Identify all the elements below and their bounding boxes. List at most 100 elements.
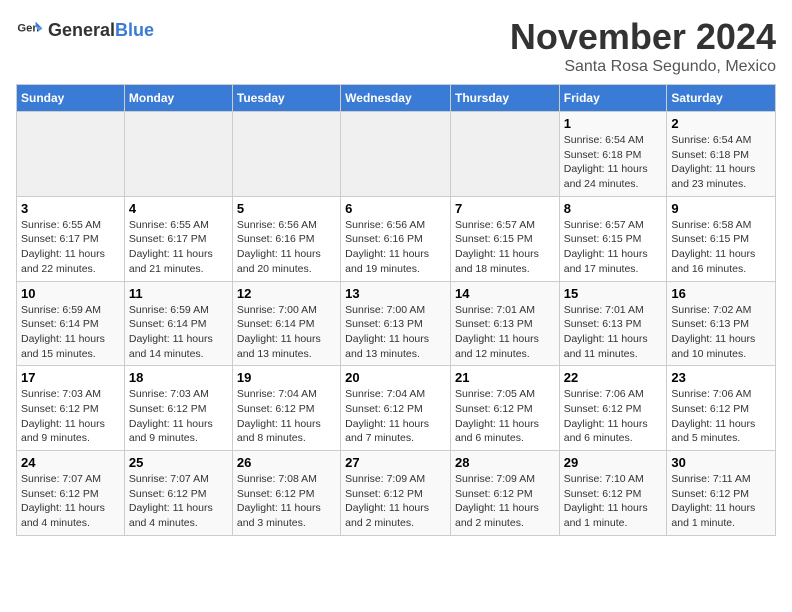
logo-general: General bbox=[48, 20, 115, 40]
day-number: 10 bbox=[21, 286, 120, 301]
calendar-day-header: Wednesday bbox=[341, 85, 451, 112]
calendar-day-header: Sunday bbox=[17, 85, 125, 112]
day-number: 29 bbox=[564, 455, 663, 470]
calendar-header-row: SundayMondayTuesdayWednesdayThursdayFrid… bbox=[17, 85, 776, 112]
logo-icon: Gen bbox=[16, 16, 44, 44]
day-number: 21 bbox=[455, 370, 555, 385]
day-number: 17 bbox=[21, 370, 120, 385]
day-info: Sunrise: 7:04 AM Sunset: 6:12 PM Dayligh… bbox=[345, 387, 446, 446]
day-number: 23 bbox=[671, 370, 771, 385]
calendar-week-row: 24 Sunrise: 7:07 AM Sunset: 6:12 PM Dayli… bbox=[17, 451, 776, 536]
day-info: Sunrise: 6:54 AM Sunset: 6:18 PM Dayligh… bbox=[671, 133, 771, 192]
day-number: 28 bbox=[455, 455, 555, 470]
calendar-day-cell: 9 Sunrise: 6:58 AM Sunset: 6:15 PM Daylig… bbox=[667, 196, 776, 281]
calendar-day-cell: 2Sunrise: 6:54 AM Sunset: 6:18 PM Daylig… bbox=[667, 112, 776, 197]
day-number: 19 bbox=[237, 370, 336, 385]
day-info: Sunrise: 6:55 AM Sunset: 6:17 PM Dayligh… bbox=[21, 218, 120, 277]
calendar-week-row: 10 Sunrise: 6:59 AM Sunset: 6:14 PM Dayli… bbox=[17, 281, 776, 366]
calendar-day-cell: 24 Sunrise: 7:07 AM Sunset: 6:12 PM Dayli… bbox=[17, 451, 125, 536]
day-number: 12 bbox=[237, 286, 336, 301]
calendar-day-cell: 25Sunrise: 7:07 AM Sunset: 6:12 PM Dayli… bbox=[124, 451, 232, 536]
calendar-body: 1 Sunrise: 6:54 AM Sunset: 6:18 PM Daylig… bbox=[17, 112, 776, 536]
day-number: 6 bbox=[345, 201, 446, 216]
location-title: Santa Rosa Segundo, Mexico bbox=[510, 58, 776, 76]
day-info: Sunrise: 6:59 AM Sunset: 6:14 PM Dayligh… bbox=[21, 303, 120, 362]
day-number: 16 bbox=[671, 286, 771, 301]
calendar-day-cell: 30 Sunrise: 7:11 AM Sunset: 6:12 PM Dayli… bbox=[667, 451, 776, 536]
calendar-day-cell: 13 Sunrise: 7:00 AM Sunset: 6:13 PM Dayli… bbox=[341, 281, 451, 366]
calendar-day-cell: 28 Sunrise: 7:09 AM Sunset: 6:12 PM Dayli… bbox=[450, 451, 559, 536]
calendar-day-header: Tuesday bbox=[232, 85, 340, 112]
day-info: Sunrise: 6:59 AM Sunset: 6:14 PM Dayligh… bbox=[129, 303, 228, 362]
day-info: Sunrise: 7:11 AM Sunset: 6:12 PM Dayligh… bbox=[671, 472, 771, 531]
day-info: Sunrise: 7:09 AM Sunset: 6:12 PM Dayligh… bbox=[455, 472, 555, 531]
calendar-day-cell bbox=[124, 112, 232, 197]
day-number: 26 bbox=[237, 455, 336, 470]
day-number: 9 bbox=[671, 201, 771, 216]
calendar-day-cell: 11 Sunrise: 6:59 AM Sunset: 6:14 PM Dayli… bbox=[124, 281, 232, 366]
day-number: 7 bbox=[455, 201, 555, 216]
calendar-day-cell: 5Sunrise: 6:56 AM Sunset: 6:16 PM Daylig… bbox=[232, 196, 340, 281]
logo-blue: Blue bbox=[115, 20, 154, 40]
calendar-day-cell: 22 Sunrise: 7:06 AM Sunset: 6:12 PM Dayli… bbox=[559, 366, 667, 451]
day-info: Sunrise: 7:03 AM Sunset: 6:12 PM Dayligh… bbox=[21, 387, 120, 446]
day-info: Sunrise: 7:01 AM Sunset: 6:13 PM Dayligh… bbox=[564, 303, 663, 362]
page-header: Gen GeneralBlue November 2024 Santa Rosa… bbox=[16, 16, 776, 76]
day-info: Sunrise: 7:06 AM Sunset: 6:12 PM Dayligh… bbox=[671, 387, 771, 446]
day-info: Sunrise: 7:10 AM Sunset: 6:12 PM Dayligh… bbox=[564, 472, 663, 531]
day-number: 13 bbox=[345, 286, 446, 301]
day-info: Sunrise: 7:06 AM Sunset: 6:12 PM Dayligh… bbox=[564, 387, 663, 446]
day-info: Sunrise: 7:08 AM Sunset: 6:12 PM Dayligh… bbox=[237, 472, 336, 531]
calendar-day-cell: 26 Sunrise: 7:08 AM Sunset: 6:12 PM Dayli… bbox=[232, 451, 340, 536]
day-number: 3 bbox=[21, 201, 120, 216]
day-info: Sunrise: 7:00 AM Sunset: 6:13 PM Dayligh… bbox=[345, 303, 446, 362]
calendar-day-cell bbox=[232, 112, 340, 197]
calendar-day-header: Saturday bbox=[667, 85, 776, 112]
day-info: Sunrise: 6:58 AM Sunset: 6:15 PM Dayligh… bbox=[671, 218, 771, 277]
calendar-day-cell: 8Sunrise: 6:57 AM Sunset: 6:15 PM Daylig… bbox=[559, 196, 667, 281]
calendar-day-cell: 27 Sunrise: 7:09 AM Sunset: 6:12 PM Dayli… bbox=[341, 451, 451, 536]
day-info: Sunrise: 7:07 AM Sunset: 6:12 PM Dayligh… bbox=[129, 472, 228, 531]
calendar-week-row: 3 Sunrise: 6:55 AM Sunset: 6:17 PM Daylig… bbox=[17, 196, 776, 281]
day-number: 22 bbox=[564, 370, 663, 385]
day-number: 8 bbox=[564, 201, 663, 216]
day-number: 30 bbox=[671, 455, 771, 470]
calendar-day-header: Monday bbox=[124, 85, 232, 112]
calendar-day-cell: 6 Sunrise: 6:56 AM Sunset: 6:16 PM Daylig… bbox=[341, 196, 451, 281]
calendar-day-header: Friday bbox=[559, 85, 667, 112]
calendar-day-cell bbox=[17, 112, 125, 197]
day-number: 4 bbox=[129, 201, 228, 216]
calendar-day-cell: 12 Sunrise: 7:00 AM Sunset: 6:14 PM Dayli… bbox=[232, 281, 340, 366]
calendar-day-cell: 14 Sunrise: 7:01 AM Sunset: 6:13 PM Dayli… bbox=[450, 281, 559, 366]
calendar-day-cell: 21 Sunrise: 7:05 AM Sunset: 6:12 PM Dayli… bbox=[450, 366, 559, 451]
calendar-day-cell bbox=[450, 112, 559, 197]
day-number: 24 bbox=[21, 455, 120, 470]
day-info: Sunrise: 6:54 AM Sunset: 6:18 PM Dayligh… bbox=[564, 133, 663, 192]
day-info: Sunrise: 7:00 AM Sunset: 6:14 PM Dayligh… bbox=[237, 303, 336, 362]
calendar-table: SundayMondayTuesdayWednesdayThursdayFrid… bbox=[16, 84, 776, 536]
title-block: November 2024 Santa Rosa Segundo, Mexico bbox=[510, 16, 776, 76]
day-number: 18 bbox=[129, 370, 228, 385]
calendar-day-cell: 3 Sunrise: 6:55 AM Sunset: 6:17 PM Daylig… bbox=[17, 196, 125, 281]
day-number: 14 bbox=[455, 286, 555, 301]
calendar-day-cell: 4 Sunrise: 6:55 AM Sunset: 6:17 PM Daylig… bbox=[124, 196, 232, 281]
day-info: Sunrise: 7:05 AM Sunset: 6:12 PM Dayligh… bbox=[455, 387, 555, 446]
calendar-day-header: Thursday bbox=[450, 85, 559, 112]
day-number: 11 bbox=[129, 286, 228, 301]
day-info: Sunrise: 6:55 AM Sunset: 6:17 PM Dayligh… bbox=[129, 218, 228, 277]
day-info: Sunrise: 7:09 AM Sunset: 6:12 PM Dayligh… bbox=[345, 472, 446, 531]
calendar-day-cell: 7Sunrise: 6:57 AM Sunset: 6:15 PM Daylig… bbox=[450, 196, 559, 281]
day-info: Sunrise: 7:07 AM Sunset: 6:12 PM Dayligh… bbox=[21, 472, 120, 531]
calendar-week-row: 17 Sunrise: 7:03 AM Sunset: 6:12 PM Dayli… bbox=[17, 366, 776, 451]
day-info: Sunrise: 6:56 AM Sunset: 6:16 PM Dayligh… bbox=[345, 218, 446, 277]
day-number: 27 bbox=[345, 455, 446, 470]
logo: Gen GeneralBlue bbox=[16, 16, 154, 44]
calendar-day-cell: 23 Sunrise: 7:06 AM Sunset: 6:12 PM Dayli… bbox=[667, 366, 776, 451]
calendar-day-cell: 15Sunrise: 7:01 AM Sunset: 6:13 PM Dayli… bbox=[559, 281, 667, 366]
day-info: Sunrise: 7:03 AM Sunset: 6:12 PM Dayligh… bbox=[129, 387, 228, 446]
month-title: November 2024 bbox=[510, 16, 776, 58]
calendar-day-cell: 16Sunrise: 7:02 AM Sunset: 6:13 PM Dayli… bbox=[667, 281, 776, 366]
day-info: Sunrise: 7:01 AM Sunset: 6:13 PM Dayligh… bbox=[455, 303, 555, 362]
day-info: Sunrise: 6:56 AM Sunset: 6:16 PM Dayligh… bbox=[237, 218, 336, 277]
day-number: 1 bbox=[564, 116, 663, 131]
